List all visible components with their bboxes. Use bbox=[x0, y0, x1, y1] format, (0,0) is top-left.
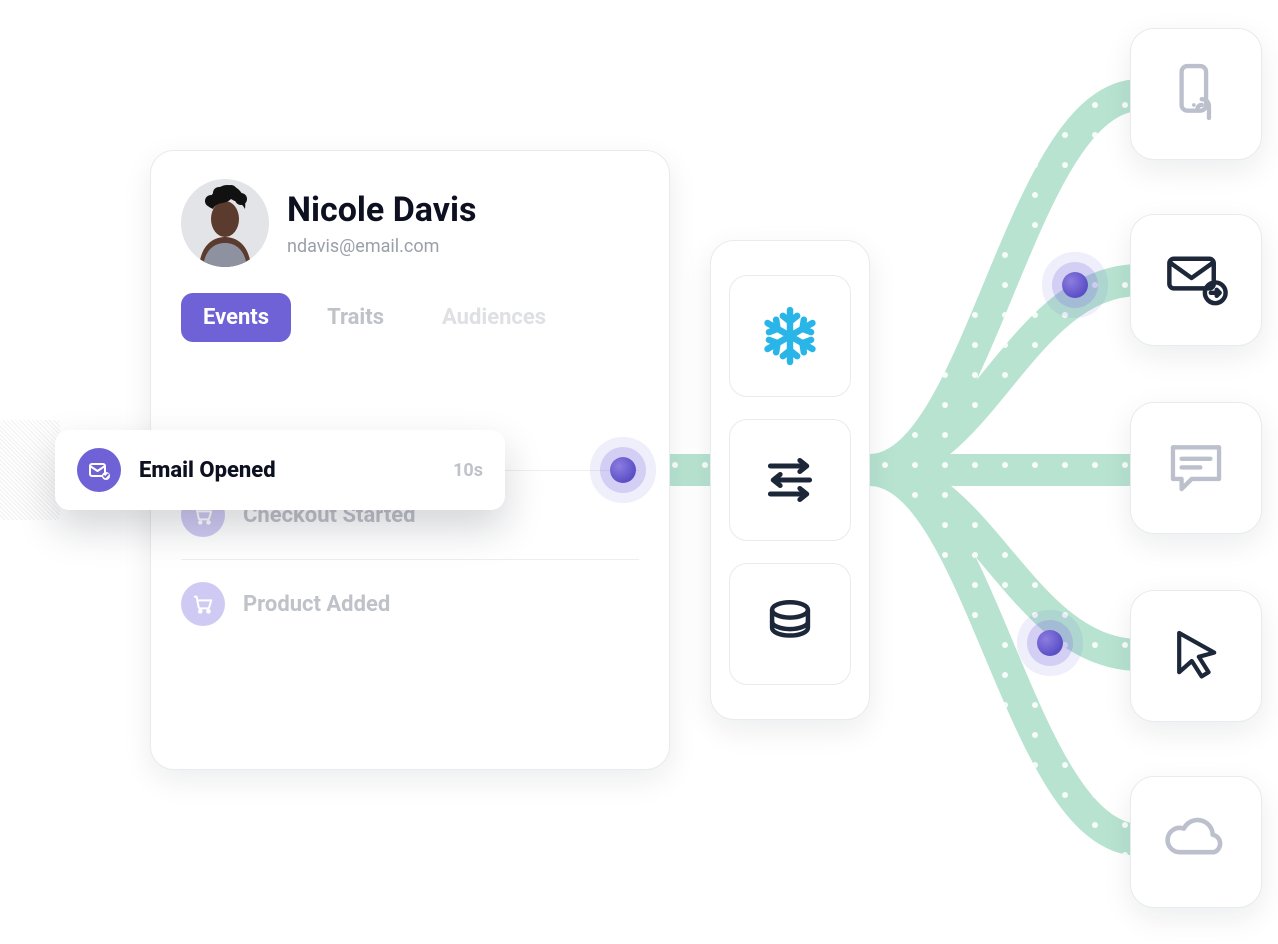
avatar bbox=[181, 179, 269, 267]
destination-email-send bbox=[1130, 214, 1262, 346]
cloud-icon bbox=[1158, 802, 1234, 882]
destination-mobile-push bbox=[1130, 28, 1262, 160]
tab-audiences[interactable]: Audiences bbox=[420, 293, 568, 342]
event-pill-email-opened[interactable]: Email Opened 10s bbox=[55, 430, 505, 510]
cursor-icon bbox=[1161, 619, 1231, 693]
cart-icon bbox=[181, 582, 225, 626]
reverse-etl-icon bbox=[729, 419, 851, 541]
destination-chat bbox=[1130, 402, 1262, 534]
flow-dot-icon bbox=[610, 457, 636, 483]
destination-cursor bbox=[1130, 590, 1262, 722]
event-pill-label: Email Opened bbox=[139, 458, 435, 483]
flow-dot-icon bbox=[1062, 272, 1088, 298]
chat-icon bbox=[1160, 430, 1232, 506]
profile-email: ndavis@email.com bbox=[287, 236, 476, 257]
email-arrow-icon bbox=[1159, 241, 1233, 319]
flow-dot-icon bbox=[1037, 630, 1063, 656]
snowflake-icon bbox=[729, 275, 851, 397]
database-icon bbox=[729, 563, 851, 685]
tabs: Events Traits Audiences bbox=[181, 293, 639, 342]
destination-cloud bbox=[1130, 776, 1262, 908]
list-item[interactable]: Product Added bbox=[181, 559, 639, 648]
processing-stack bbox=[710, 240, 870, 720]
event-label: Product Added bbox=[243, 592, 390, 617]
tab-events[interactable]: Events bbox=[181, 293, 291, 342]
profile-name: Nicole Davis bbox=[287, 190, 476, 230]
mobile-tap-icon bbox=[1160, 56, 1232, 132]
tab-traits[interactable]: Traits bbox=[305, 293, 406, 342]
email-check-icon bbox=[77, 448, 121, 492]
event-pill-time: 10s bbox=[453, 460, 483, 481]
